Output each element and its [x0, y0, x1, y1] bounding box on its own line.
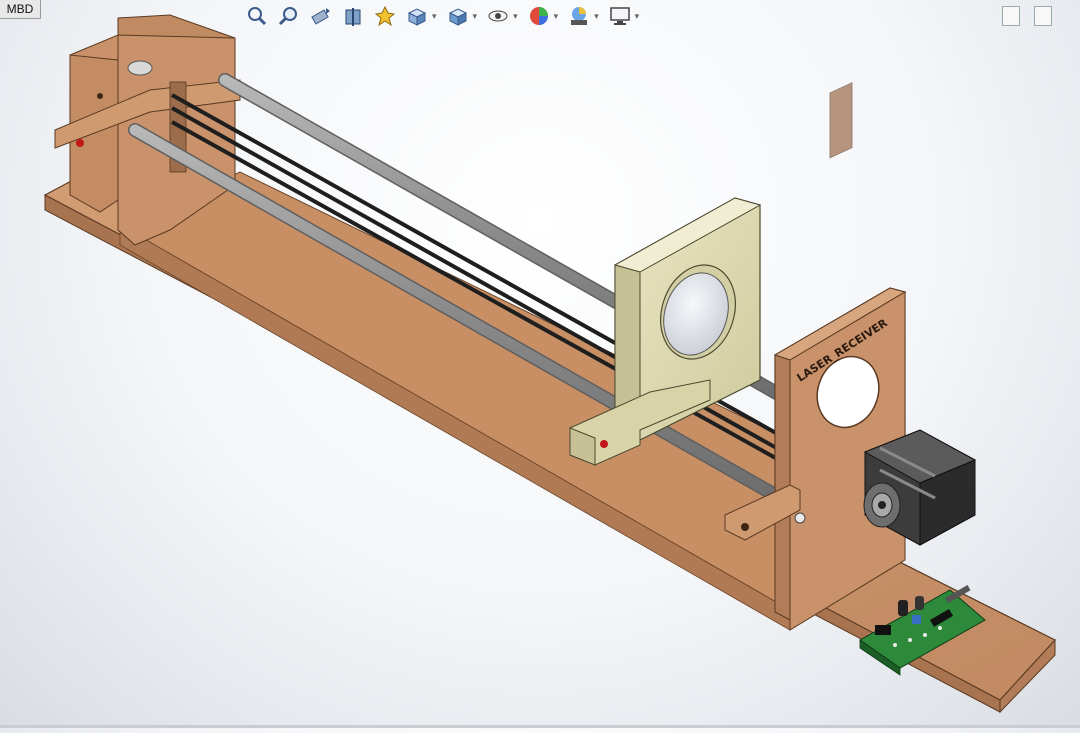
view-orientation-dropdown-icon[interactable]: ▾ — [432, 11, 437, 22]
pane-controls — [1002, 6, 1052, 26]
zoom-to-fit-icon[interactable] — [244, 3, 270, 29]
dynamic-annotation-icon[interactable] — [372, 3, 398, 29]
expand-left-pane-icon[interactable] — [1002, 6, 1020, 26]
hide-show-dropdown-icon[interactable]: ▾ — [513, 11, 518, 22]
edit-appearance-icon[interactable] — [526, 3, 552, 29]
section-view-icon[interactable] — [340, 3, 366, 29]
heads-up-view-toolbar: ▾ ▾ ▾ ▾ ▾ ▾ — [244, 2, 641, 30]
cad-model-view[interactable]: LASER_RECEIVER — [0, 0, 1080, 728]
apply-scene-icon[interactable] — [566, 3, 592, 29]
mounting-hole-icon — [600, 440, 608, 448]
view-settings-dropdown-icon[interactable]: ▾ — [635, 11, 640, 22]
zoom-to-area-icon[interactable] — [276, 3, 302, 29]
previous-view-icon[interactable] — [308, 3, 334, 29]
view-settings-icon[interactable] — [607, 3, 633, 29]
display-style-dropdown-icon[interactable]: ▾ — [473, 11, 478, 22]
display-style-icon[interactable] — [445, 3, 471, 29]
edit-appearance-dropdown-icon[interactable]: ▾ — [554, 11, 559, 22]
hide-show-icon[interactable] — [485, 3, 511, 29]
mbd-tab[interactable]: MBD — [0, 0, 41, 19]
apply-scene-dropdown-icon[interactable]: ▾ — [594, 11, 599, 22]
view-orientation-icon[interactable] — [404, 3, 430, 29]
mounting-hole-icon — [76, 139, 84, 147]
expand-right-pane-icon[interactable] — [1034, 6, 1052, 26]
graphics-area[interactable]: LASER_RECEIVER — [0, 0, 1080, 728]
